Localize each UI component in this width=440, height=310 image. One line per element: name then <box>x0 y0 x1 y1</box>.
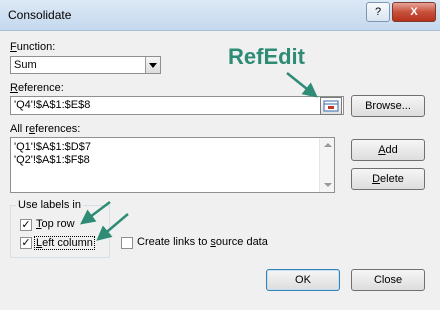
all-references-list[interactable]: 'Q1'!$A$1:$D$7 'Q2'!$A$1:$F$8 <box>10 137 335 193</box>
function-value: Sum <box>14 59 37 71</box>
refedit-collapse-button[interactable] <box>320 97 342 115</box>
list-item[interactable]: 'Q1'!$A$1:$D$7 <box>14 141 334 154</box>
left-column-label: Left column <box>34 236 95 250</box>
delete-button[interactable]: Delete <box>351 168 425 190</box>
browse-button[interactable]: Browse... <box>351 95 425 117</box>
close-window-button[interactable]: X <box>392 2 436 22</box>
collapse-dialog-icon <box>323 100 339 112</box>
use-labels-group <box>10 205 110 258</box>
refedit-annotation: RefEdit <box>228 44 305 69</box>
scroll-up-icon[interactable] <box>324 143 332 147</box>
chevron-down-icon[interactable] <box>145 57 160 73</box>
create-links-checkbox[interactable] <box>121 237 133 249</box>
create-links-label: Create links to source data <box>137 236 268 248</box>
top-row-label: Top row <box>36 218 75 230</box>
scrollbar[interactable] <box>319 138 334 192</box>
add-button[interactable]: Add <box>351 139 425 161</box>
reference-value: 'Q4'!$A$1:$E$8 <box>14 99 91 111</box>
top-row-checkbox[interactable]: ✓ <box>20 219 32 231</box>
close-button[interactable]: Close <box>351 269 425 291</box>
reference-label: Reference: <box>10 82 64 94</box>
help-button[interactable]: ? <box>366 2 390 22</box>
use-labels-heading: Use labels in <box>16 199 83 211</box>
reference-input[interactable]: 'Q4'!$A$1:$E$8 <box>10 96 344 115</box>
function-select[interactable]: Sum <box>10 56 161 74</box>
title-bar: Consolidate ? X <box>0 0 440 31</box>
ok-button[interactable]: OK <box>266 269 340 291</box>
scroll-down-icon[interactable] <box>324 183 332 187</box>
function-label: Function: <box>10 41 56 53</box>
all-references-label: All references: <box>10 123 81 135</box>
left-column-checkbox[interactable]: ✓ <box>20 237 32 249</box>
window-title: Consolidate <box>8 8 72 22</box>
list-item[interactable]: 'Q2'!$A$1:$F$8 <box>14 154 334 167</box>
